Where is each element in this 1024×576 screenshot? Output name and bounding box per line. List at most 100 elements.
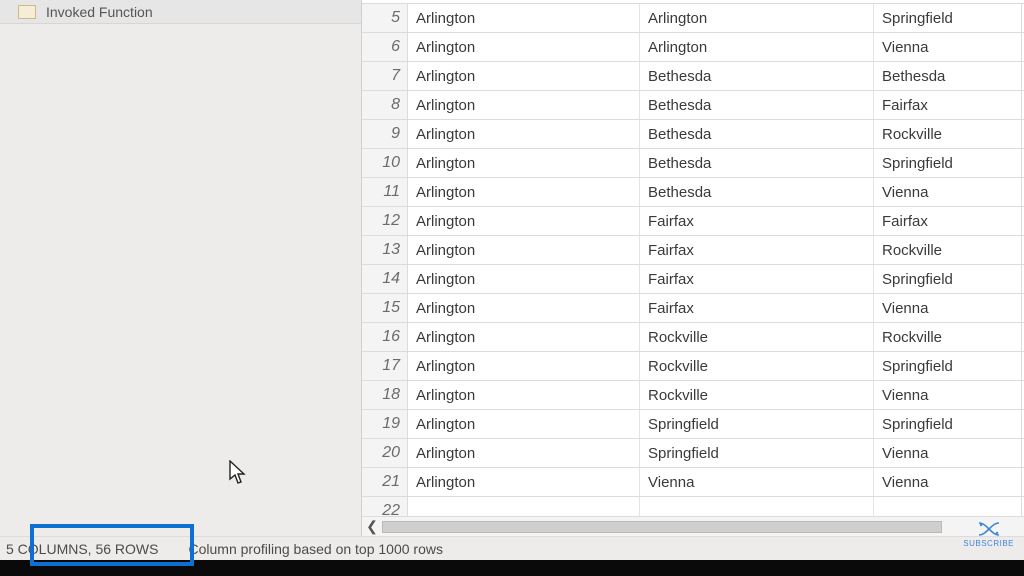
cell[interactable]: Fairfax <box>640 265 874 293</box>
row-number[interactable]: 7 <box>362 62 408 91</box>
cell[interactable]: Arlington <box>408 323 640 351</box>
scroll-thumb[interactable] <box>382 521 942 533</box>
cell[interactable]: Bethesda <box>640 62 874 90</box>
cell[interactable]: Fairfax <box>640 236 874 264</box>
cell[interactable]: Arlington <box>408 381 640 409</box>
table-row[interactable]: ArlingtonRockvilleRockville <box>408 323 1024 352</box>
app-bottom-edge <box>0 560 1024 576</box>
cell[interactable]: Bethesda <box>874 62 1022 90</box>
table-row[interactable]: ArlingtonFairfaxRockville <box>408 236 1024 265</box>
cell[interactable]: Springfield <box>874 410 1022 438</box>
cell[interactable]: Arlington <box>640 4 874 32</box>
table-row[interactable]: ArlingtonFairfaxFairfax <box>408 207 1024 236</box>
row-number[interactable]: 5 <box>362 4 408 33</box>
table-row[interactable]: ArlingtonFairfaxSpringfield <box>408 265 1024 294</box>
cell[interactable]: Arlington <box>408 236 640 264</box>
cell[interactable]: Vienna <box>640 468 874 496</box>
row-number[interactable]: 10 <box>362 149 408 178</box>
row-number[interactable]: 20 <box>362 439 408 468</box>
cell[interactable]: Vienna <box>874 381 1022 409</box>
cell[interactable]: Rockville <box>874 323 1022 351</box>
query-item-invoked-function[interactable]: Invoked Function <box>0 0 361 24</box>
cell[interactable]: Vienna <box>874 439 1022 467</box>
table-row[interactable]: ArlingtonRockvilleSpringfield <box>408 352 1024 381</box>
cell[interactable]: Arlington <box>408 4 640 32</box>
cell[interactable]: Fairfax <box>640 294 874 322</box>
table-row[interactable]: ArlingtonRockvilleVienna <box>408 381 1024 410</box>
cell[interactable]: Vienna <box>874 468 1022 496</box>
cell[interactable]: Fairfax <box>640 207 874 235</box>
cell[interactable]: Rockville <box>640 381 874 409</box>
chevron-left-icon: ❮ <box>366 518 378 535</box>
status-bar: 5 COLUMNS, 56 ROWS Column profiling base… <box>0 536 1024 560</box>
cell[interactable]: Rockville <box>640 352 874 380</box>
row-number[interactable]: 11 <box>362 178 408 207</box>
cell[interactable]: Arlington <box>408 468 640 496</box>
cell[interactable]: Arlington <box>408 91 640 119</box>
cell[interactable]: Springfield <box>874 352 1022 380</box>
table-row[interactable]: ArlingtonArlingtonSpringfield <box>408 4 1024 33</box>
table-row[interactable]: ArlingtonFairfaxVienna <box>408 294 1024 323</box>
row-number[interactable]: 16 <box>362 323 408 352</box>
data-grid[interactable]: 5678910111213141516171819202122 Arlingto… <box>362 4 1024 536</box>
status-columns-rows: 5 COLUMNS, 56 ROWS <box>0 541 168 557</box>
cell[interactable]: Fairfax <box>874 207 1022 235</box>
cell[interactable]: Arlington <box>408 62 640 90</box>
table-row[interactable]: ArlingtonBethesdaFairfax <box>408 91 1024 120</box>
cell[interactable]: Rockville <box>874 236 1022 264</box>
row-number[interactable]: 17 <box>362 352 408 381</box>
query-item-label: Invoked Function <box>46 4 153 20</box>
cell[interactable]: Bethesda <box>640 149 874 177</box>
row-number[interactable]: 6 <box>362 33 408 62</box>
row-number[interactable]: 19 <box>362 410 408 439</box>
cell[interactable]: Springfield <box>874 4 1022 32</box>
row-number[interactable]: 15 <box>362 294 408 323</box>
cell[interactable]: Fairfax <box>874 91 1022 119</box>
cell[interactable]: Arlington <box>408 120 640 148</box>
table-row[interactable]: ArlingtonArlingtonVienna <box>408 33 1024 62</box>
cell[interactable]: Arlington <box>408 178 640 206</box>
table-row[interactable]: ArlingtonBethesdaSpringfield <box>408 149 1024 178</box>
row-number-gutter: 5678910111213141516171819202122 <box>362 4 408 516</box>
cell[interactable]: Arlington <box>408 294 640 322</box>
table-row[interactable]: ArlingtonSpringfieldVienna <box>408 439 1024 468</box>
cell[interactable]: Arlington <box>408 207 640 235</box>
queries-pane: Invoked Function <box>0 0 362 576</box>
cell[interactable]: Arlington <box>408 33 640 61</box>
cell[interactable]: Springfield <box>874 265 1022 293</box>
row-number[interactable]: 12 <box>362 207 408 236</box>
cell[interactable]: Vienna <box>874 294 1022 322</box>
cell[interactable]: Springfield <box>874 149 1022 177</box>
cell[interactable]: Arlington <box>408 439 640 467</box>
row-number[interactable]: 8 <box>362 91 408 120</box>
cell[interactable]: Arlington <box>640 33 874 61</box>
row-number[interactable]: 14 <box>362 265 408 294</box>
row-number[interactable]: 13 <box>362 236 408 265</box>
scroll-track[interactable] <box>382 521 1004 533</box>
table-row[interactable]: ArlingtonBethesdaVienna <box>408 178 1024 207</box>
cell[interactable]: Vienna <box>874 178 1022 206</box>
cell[interactable]: Rockville <box>874 120 1022 148</box>
cell[interactable]: Arlington <box>408 149 640 177</box>
horizontal-scrollbar[interactable]: ❮ ❯ <box>362 516 1024 536</box>
cell[interactable]: Vienna <box>874 33 1022 61</box>
cell[interactable]: Springfield <box>640 439 874 467</box>
function-icon <box>18 5 36 19</box>
row-number[interactable]: 18 <box>362 381 408 410</box>
scroll-left-button[interactable]: ❮ <box>362 517 382 537</box>
table-row[interactable]: ArlingtonBethesdaBethesda <box>408 62 1024 91</box>
row-number[interactable]: 9 <box>362 120 408 149</box>
table-row[interactable]: ArlingtonViennaVienna <box>408 468 1024 497</box>
table-row[interactable]: ArlingtonBethesdaRockville <box>408 120 1024 149</box>
cell[interactable]: Arlington <box>408 265 640 293</box>
cell[interactable]: Bethesda <box>640 120 874 148</box>
cell[interactable]: Rockville <box>640 323 874 351</box>
cell[interactable]: Bethesda <box>640 178 874 206</box>
cell[interactable]: Springfield <box>640 410 874 438</box>
table-row[interactable]: ArlingtonSpringfieldSpringfield <box>408 410 1024 439</box>
cell[interactable]: Arlington <box>408 410 640 438</box>
cell[interactable]: Arlington <box>408 352 640 380</box>
subscribe-label: SUBSCRIBE <box>963 539 1014 548</box>
row-number[interactable]: 21 <box>362 468 408 497</box>
cell[interactable]: Bethesda <box>640 91 874 119</box>
